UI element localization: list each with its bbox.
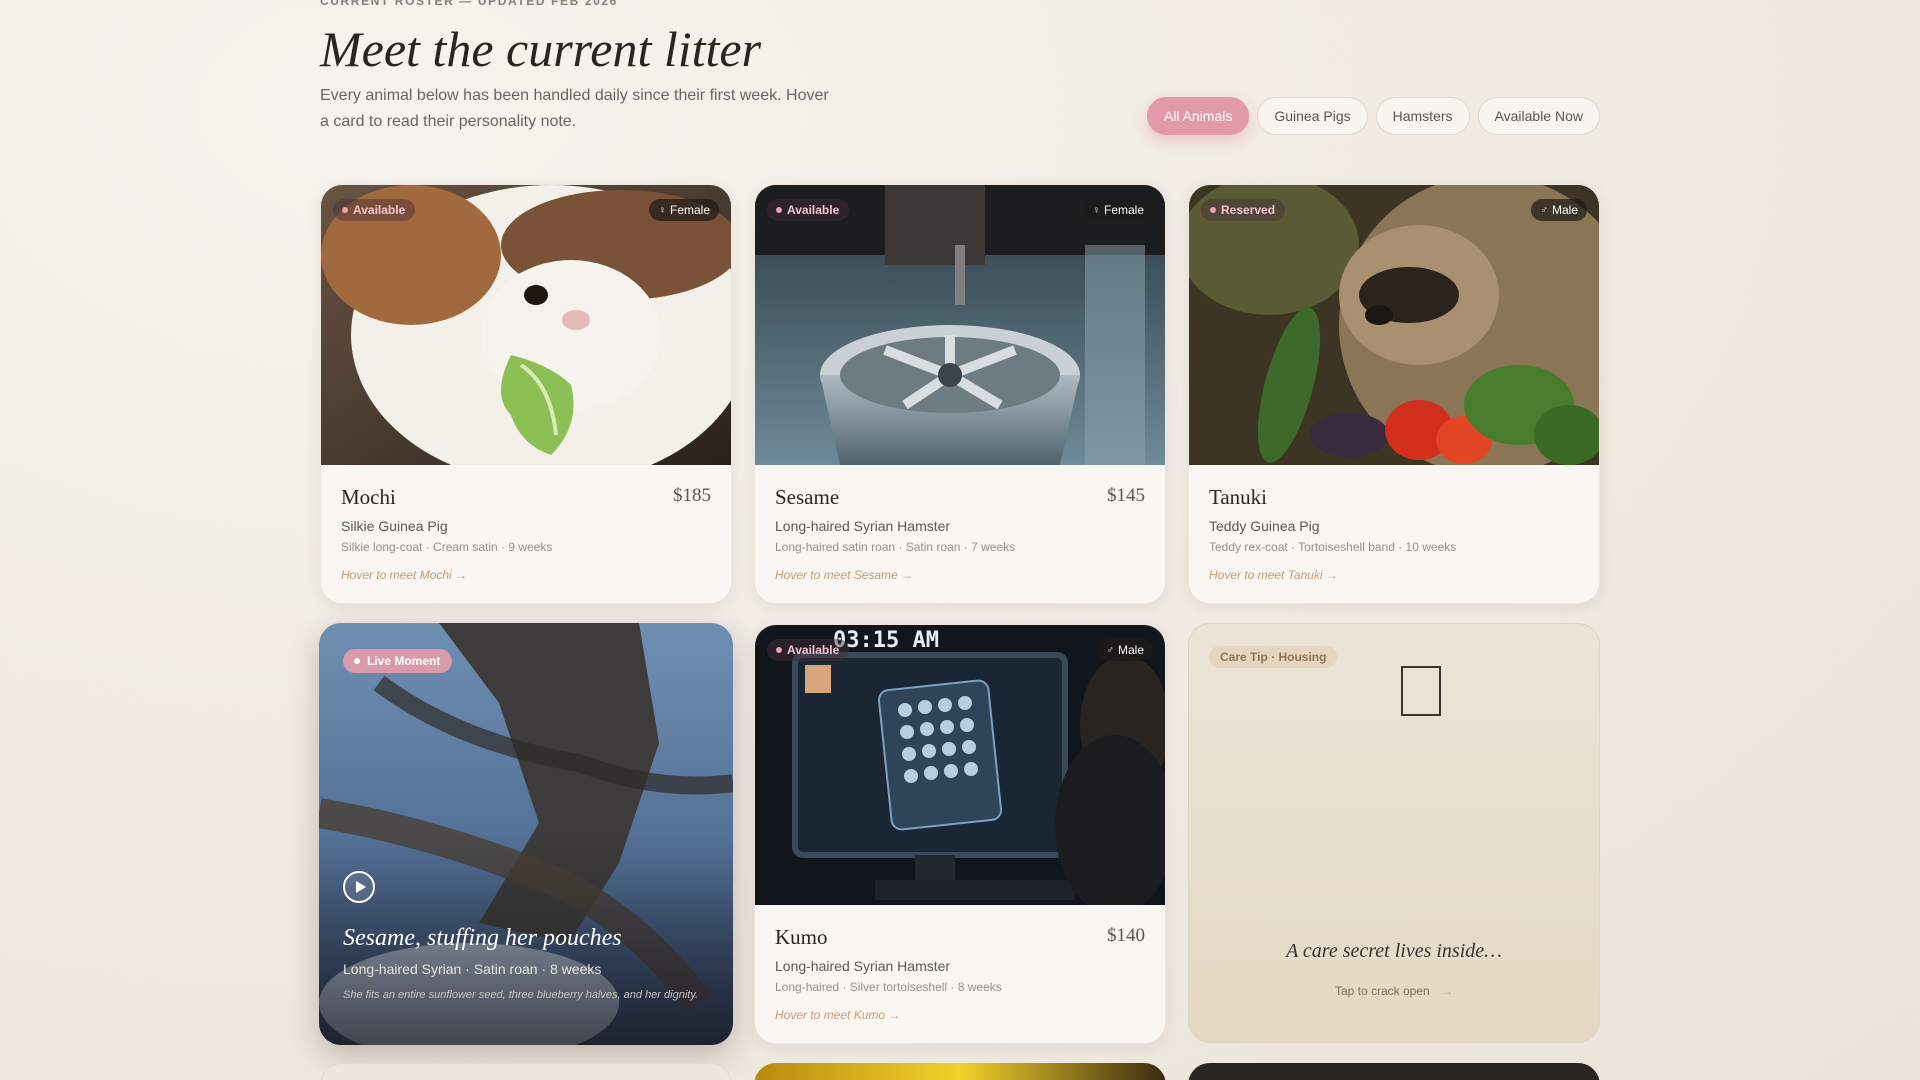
- sex-badge: ♀ Female: [649, 199, 719, 221]
- male-icon: ♂: [1540, 204, 1548, 216]
- animal-photo: [321, 185, 731, 465]
- sex-badge: ♂ Male: [1097, 639, 1153, 661]
- animal-photo: 03:15 AM: [755, 625, 1165, 905]
- animal-name: Sesame: [775, 485, 840, 509]
- animal-breed: Silkie Guinea Pig: [341, 518, 448, 534]
- live-moment-subtitle: Long-haired Syrian · Satin roan · 8 week…: [343, 961, 602, 977]
- sex-badge: ♂ Male: [1531, 199, 1587, 221]
- animal-meta: Long-haired · Silver tortoiseshell · 8 w…: [775, 980, 1002, 994]
- egg-icon: [1401, 666, 1441, 716]
- animal-breed: Teddy Guinea Pig: [1209, 518, 1320, 534]
- animal-photo: [1189, 185, 1599, 465]
- filter-available-now[interactable]: Available Now: [1477, 97, 1600, 135]
- animal-price: $140: [1107, 925, 1145, 946]
- hover-hint[interactable]: Hover to meet Sesame →: [775, 568, 1145, 582]
- arrow-right-icon: →: [1441, 984, 1454, 998]
- sex-label: Male: [1551, 203, 1578, 217]
- status-badge: Available: [333, 199, 416, 221]
- female-icon: ♀: [658, 204, 666, 216]
- card-info: Sesame $145 Long-haired Syrian Hamster L…: [775, 485, 1145, 582]
- live-moment-card[interactable]: Live Moment Sesame, stuffing her pouches…: [319, 623, 733, 1045]
- next-card-stub: [1188, 1063, 1600, 1080]
- status-badge: Reserved: [1201, 199, 1286, 221]
- live-moment-title: Sesame, stuffing her pouches: [343, 925, 622, 951]
- animal-meta: Teddy rex-coat · Tortoiseshell band · 10…: [1209, 540, 1457, 554]
- sex-label: Male: [1117, 643, 1144, 657]
- animal-name: Tanuki: [1209, 485, 1268, 509]
- animal-photo: [755, 185, 1165, 465]
- filter-bar: All Animals Guinea Pigs Hamsters Availab…: [1146, 97, 1600, 135]
- status-badge: Available: [767, 199, 850, 221]
- care-tip-badge: Care Tip · Housing: [1209, 646, 1338, 668]
- animal-price: $145: [1107, 485, 1145, 506]
- intro-text: Every animal below has been handled dail…: [320, 87, 829, 130]
- animal-breed: Long-haired Syrian Hamster: [775, 518, 951, 534]
- sex-badge: ♀ Female: [1083, 199, 1153, 221]
- sex-label: Female: [669, 203, 710, 217]
- male-icon: ♂: [1106, 644, 1114, 656]
- animal-name: Mochi: [341, 485, 396, 509]
- care-tip-card[interactable]: Care Tip · Housing A care secret lives i…: [1188, 623, 1600, 1043]
- live-moment-badge: Live Moment: [343, 649, 453, 673]
- live-moment-note: She fits an entire sunflower seed, three…: [343, 989, 699, 1001]
- crack-open-action[interactable]: Tap to crack open →: [1189, 984, 1599, 998]
- hover-hint[interactable]: Hover to meet Mochi →: [341, 568, 711, 582]
- filter-all-animals[interactable]: All Animals: [1146, 97, 1250, 135]
- animal-meta: Long-haired satin roan · Satin roan · 7 …: [775, 540, 1016, 554]
- eyebrow: CURRENT ROSTER — UPDATED FEB 2026: [320, 0, 618, 8]
- card-info: Mochi $185 Silkie Guinea Pig Silkie long…: [341, 485, 711, 582]
- hover-hint[interactable]: Hover to meet Tanuki →: [1209, 568, 1579, 582]
- play-icon[interactable]: [343, 871, 375, 903]
- next-card-stub: [320, 1063, 732, 1080]
- status-badge: Available: [767, 639, 850, 661]
- hover-hint[interactable]: Hover to meet Kumo →: [775, 1008, 1145, 1022]
- filter-guinea-pigs[interactable]: Guinea Pigs: [1257, 97, 1368, 135]
- animal-card-kumo[interactable]: 03:15 AM Available ♂ Male Kumo $140 Long…: [754, 624, 1166, 1044]
- page-title: Meet the current litter: [320, 21, 762, 77]
- animal-meta: Silkie long-coat · Cream satin · 9 weeks: [341, 540, 553, 554]
- animal-card-sesame[interactable]: Available ♀ Female Sesame $145 Long-hair…: [754, 184, 1166, 604]
- animal-card-mochi[interactable]: Available ♀ Female Mochi $185 Silkie Gui…: [320, 184, 732, 604]
- card-info: Kumo $140 Long-haired Syrian Hamster Lon…: [775, 925, 1145, 1022]
- next-card-stub: [754, 1063, 1166, 1080]
- sex-label: Female: [1103, 203, 1144, 217]
- animal-price: $185: [673, 485, 711, 506]
- female-icon: ♀: [1092, 204, 1100, 216]
- animal-breed: Long-haired Syrian Hamster: [775, 958, 951, 974]
- card-info: Tanuki Teddy Guinea Pig Teddy rex-coat ·…: [1209, 485, 1579, 582]
- filter-hamsters[interactable]: Hamsters: [1375, 97, 1470, 135]
- live-moment-photo: [319, 623, 733, 1045]
- animal-card-tanuki[interactable]: Reserved ♂ Male Tanuki Teddy Guinea Pig …: [1188, 184, 1600, 604]
- care-secret-text: A care secret lives inside…: [1286, 940, 1502, 962]
- animal-name: Kumo: [775, 925, 828, 949]
- crack-open-label: Tap to crack open: [1334, 984, 1430, 998]
